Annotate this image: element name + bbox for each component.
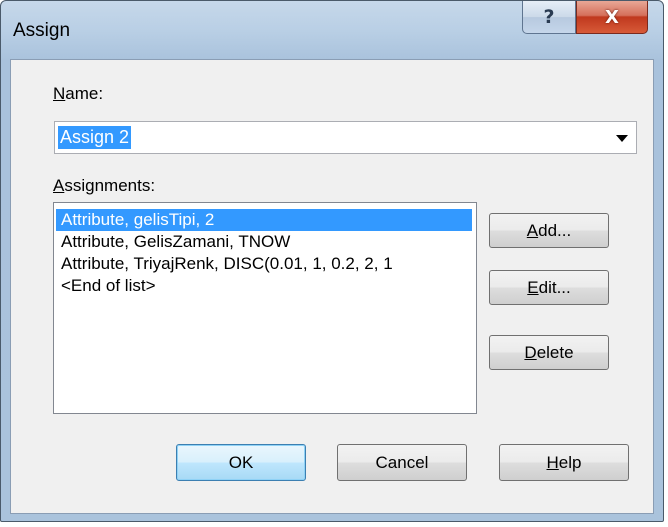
close-button[interactable]: X [576,1,648,34]
title-bar[interactable]: Assign ? X [1,1,663,59]
list-item[interactable]: Attribute, GelisZamani, TNOW [56,231,472,253]
close-icon: X [605,6,619,28]
list-item[interactable]: Attribute, gelisTipi, 2 [56,209,472,231]
assign-dialog: Assign ? X Name: Assign 2 Assignments: A… [0,0,664,522]
assignments-list[interactable]: Attribute, gelisTipi, 2 Attribute, Gelis… [53,202,477,414]
list-item[interactable]: <End of list> [56,275,472,297]
chevron-down-icon[interactable] [616,135,628,142]
add-button[interactable]: Add... [489,213,609,248]
dialog-body: Name: Assign 2 Assignments: Attribute, g… [10,59,654,514]
title-help-button[interactable]: ? [522,1,576,34]
window-title: Assign [13,20,71,41]
ok-button[interactable]: OK [176,444,306,481]
name-combobox[interactable]: Assign 2 [54,121,637,154]
assignments-label: Assignments: [53,176,156,195]
question-mark-icon: ? [543,6,555,28]
cancel-button[interactable]: Cancel [337,444,467,481]
edit-button[interactable]: Edit... [489,270,609,305]
name-value[interactable]: Assign 2 [58,126,132,149]
name-label: Name: [53,84,104,103]
list-item[interactable]: Attribute, TriyajRenk, DISC(0.01, 1, 0.2… [56,253,472,275]
help-button[interactable]: Help [499,444,629,481]
delete-button[interactable]: Delete [489,335,609,370]
